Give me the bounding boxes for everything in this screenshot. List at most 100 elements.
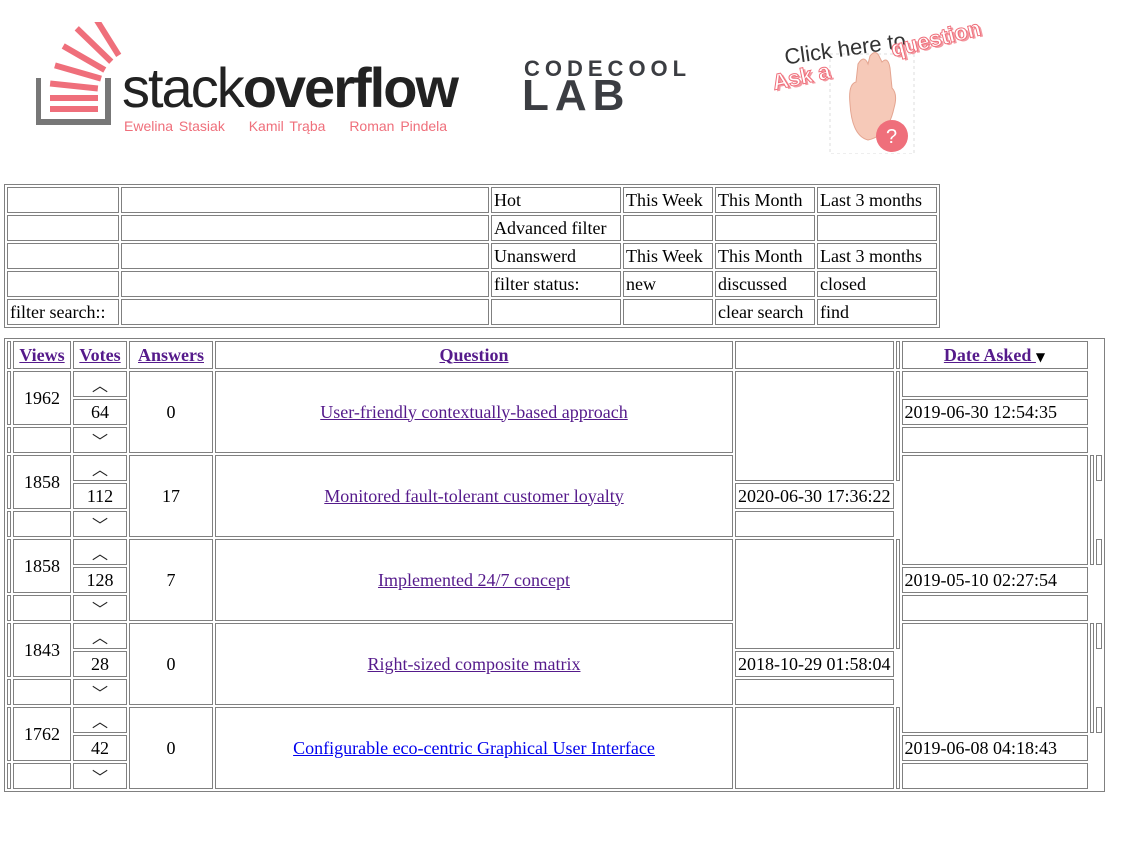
ask-question-button[interactable]: ? Click here to Ask a question — [768, 14, 1024, 154]
chevron-down-icon: ﹀ — [91, 684, 108, 703]
ask-a-text: Ask a — [769, 58, 833, 96]
filter-row-status: filter status: new discussed closed — [7, 271, 937, 297]
answers-count: 0 — [129, 371, 213, 453]
question-row: 1858 ︿ 17 Monitored fault-tolerant customer… — [7, 455, 1102, 565]
vote-down-button[interactable]: ﹀ — [73, 511, 127, 537]
chevron-down-icon: ﹀ — [91, 768, 108, 787]
clear-search-button[interactable]: clear search — [715, 299, 815, 325]
vote-count: 112 — [73, 483, 127, 509]
answers-count: 0 — [129, 707, 213, 789]
views-count: 1762 — [13, 707, 71, 761]
filter-status-label: filter status: — [491, 271, 621, 297]
views-count: 1962 — [13, 371, 71, 425]
date-asked: 2019-06-30 12:54:35 — [901, 399, 1088, 425]
question-title-cell: Configurable eco-centric Graphical User … — [215, 707, 733, 789]
header-answers[interactable]: Answers — [129, 341, 213, 369]
sort-question-link[interactable]: Question — [439, 345, 508, 365]
answers-count: 7 — [129, 539, 213, 621]
ask-question-text: question — [888, 15, 984, 62]
date-asked: 2019-06-08 04:18:43 — [901, 735, 1088, 761]
vote-count: 42 — [73, 735, 127, 761]
vote-up-button[interactable]: ︿ — [73, 539, 127, 565]
table-header: Views Votes Answers Question Date Asked … — [7, 341, 1102, 369]
filter-unanswered-3months[interactable]: Last 3 months — [817, 243, 937, 269]
stackoverflow-wordmark: stackoverflow — [122, 56, 459, 119]
filter-hot-week[interactable]: This Week — [623, 187, 713, 213]
header-votes[interactable]: Votes — [73, 341, 127, 369]
vote-count: 128 — [73, 567, 127, 593]
header-question[interactable]: Question — [215, 341, 733, 369]
filter-search-label: filter search:: — [7, 299, 119, 325]
author-name: Kamil Trąba — [248, 118, 326, 134]
filter-row-advanced: Advanced filter — [7, 215, 937, 241]
author-name: Roman Pindela — [349, 118, 448, 134]
question-title-cell: Implemented 24/7 concept — [215, 539, 733, 621]
question-row: 1962 ︿ 0 User-friendly contextually-based a… — [7, 371, 1102, 481]
stack-icon — [36, 22, 122, 125]
vote-down-button[interactable]: ﹀ — [73, 763, 127, 789]
vote-down-button[interactable]: ﹀ — [73, 595, 127, 621]
filter-hot-month[interactable]: This Month — [715, 187, 815, 213]
views-count: 1843 — [13, 623, 71, 677]
filter-status-new[interactable]: new — [623, 271, 713, 297]
question-title-cell: Monitored fault-tolerant customer loyalt… — [215, 455, 733, 537]
filter-unanswered[interactable]: Unanswerd — [491, 243, 621, 269]
filter-hot[interactable]: Hot — [491, 187, 621, 213]
chevron-up-icon: ︿ — [91, 376, 108, 395]
chevron-up-icon: ︿ — [91, 460, 108, 479]
filter-row-search: filter search:: clear search find — [7, 299, 937, 325]
sort-desc-icon: ▼ — [1035, 349, 1046, 364]
authors: Ewelina Stasiak Kamil Trąba Roman Pindel… — [124, 118, 465, 134]
vote-up-button[interactable]: ︿ — [73, 623, 127, 649]
sort-answers-link[interactable]: Answers — [138, 345, 204, 365]
filter-unanswered-week[interactable]: This Week — [623, 243, 713, 269]
vote-down-button[interactable]: ﹀ — [73, 427, 127, 453]
filter-table: Hot This Week This Month Last 3 months A… — [4, 184, 940, 328]
question-title-link[interactable]: User-friendly contextually-based approac… — [320, 402, 628, 422]
question-title-link[interactable]: Configurable eco-centric Graphical User … — [293, 738, 655, 758]
answers-count: 0 — [129, 623, 213, 705]
chevron-down-icon: ﹀ — [91, 600, 108, 619]
advanced-filter[interactable]: Advanced filter — [491, 215, 621, 241]
lab-text: LAB — [522, 71, 631, 120]
filter-status-closed[interactable]: closed — [817, 271, 937, 297]
filter-search-input[interactable] — [121, 299, 489, 325]
chevron-up-icon: ︿ — [91, 628, 108, 647]
date-asked: 2018-10-29 01:58:04 — [735, 651, 894, 677]
header-date[interactable]: Date Asked ▼ — [901, 341, 1088, 369]
question-title-link[interactable]: Implemented 24/7 concept — [378, 570, 570, 590]
question-row: 1843 ︿ 0 Right-sized composite matrix — [7, 623, 1102, 733]
answers-count: 17 — [129, 455, 213, 537]
views-count: 1858 — [13, 539, 71, 593]
codecool-lab-logo: CODECOOL LAB — [522, 56, 708, 120]
vote-count: 28 — [73, 651, 127, 677]
vote-up-button[interactable]: ︿ — [73, 371, 127, 397]
filter-unanswered-month[interactable]: This Month — [715, 243, 815, 269]
chevron-up-icon: ︿ — [91, 544, 108, 563]
vote-down-button[interactable]: ﹀ — [73, 679, 127, 705]
chevron-down-icon: ﹀ — [91, 432, 108, 451]
views-count: 1858 — [13, 455, 71, 509]
header-views[interactable]: Views — [13, 341, 71, 369]
author-name: Ewelina Stasiak — [124, 118, 225, 134]
vote-count: 64 — [73, 399, 127, 425]
sort-views-link[interactable]: Views — [19, 345, 64, 365]
question-title-cell: Right-sized composite matrix — [215, 623, 733, 705]
chevron-down-icon: ﹀ — [91, 516, 108, 535]
find-button[interactable]: find — [817, 299, 937, 325]
question-title-link[interactable]: Monitored fault-tolerant customer loyalt… — [324, 486, 623, 506]
date-asked: 2019-05-10 02:27:54 — [901, 567, 1088, 593]
questions-table: Views Votes Answers Question Date Asked … — [4, 338, 1105, 792]
sort-votes-link[interactable]: Votes — [79, 345, 120, 365]
date-asked: 2020-06-30 17:36:22 — [735, 483, 894, 509]
question-title-link[interactable]: Right-sized composite matrix — [368, 654, 581, 674]
chevron-up-icon: ︿ — [91, 712, 108, 731]
sort-date-link[interactable]: Date Asked — [944, 345, 1036, 365]
page-header: stackoverflow Ewelina Stasiak Kamil Trąb… — [0, 0, 1136, 175]
filter-status-discussed[interactable]: discussed — [715, 271, 815, 297]
filter-row-hot: Hot This Week This Month Last 3 months — [7, 187, 937, 213]
vote-up-button[interactable]: ︿ — [73, 455, 127, 481]
filter-hot-3months[interactable]: Last 3 months — [817, 187, 937, 213]
vote-up-button[interactable]: ︿ — [73, 707, 127, 733]
question-title-cell: User-friendly contextually-based approac… — [215, 371, 733, 453]
